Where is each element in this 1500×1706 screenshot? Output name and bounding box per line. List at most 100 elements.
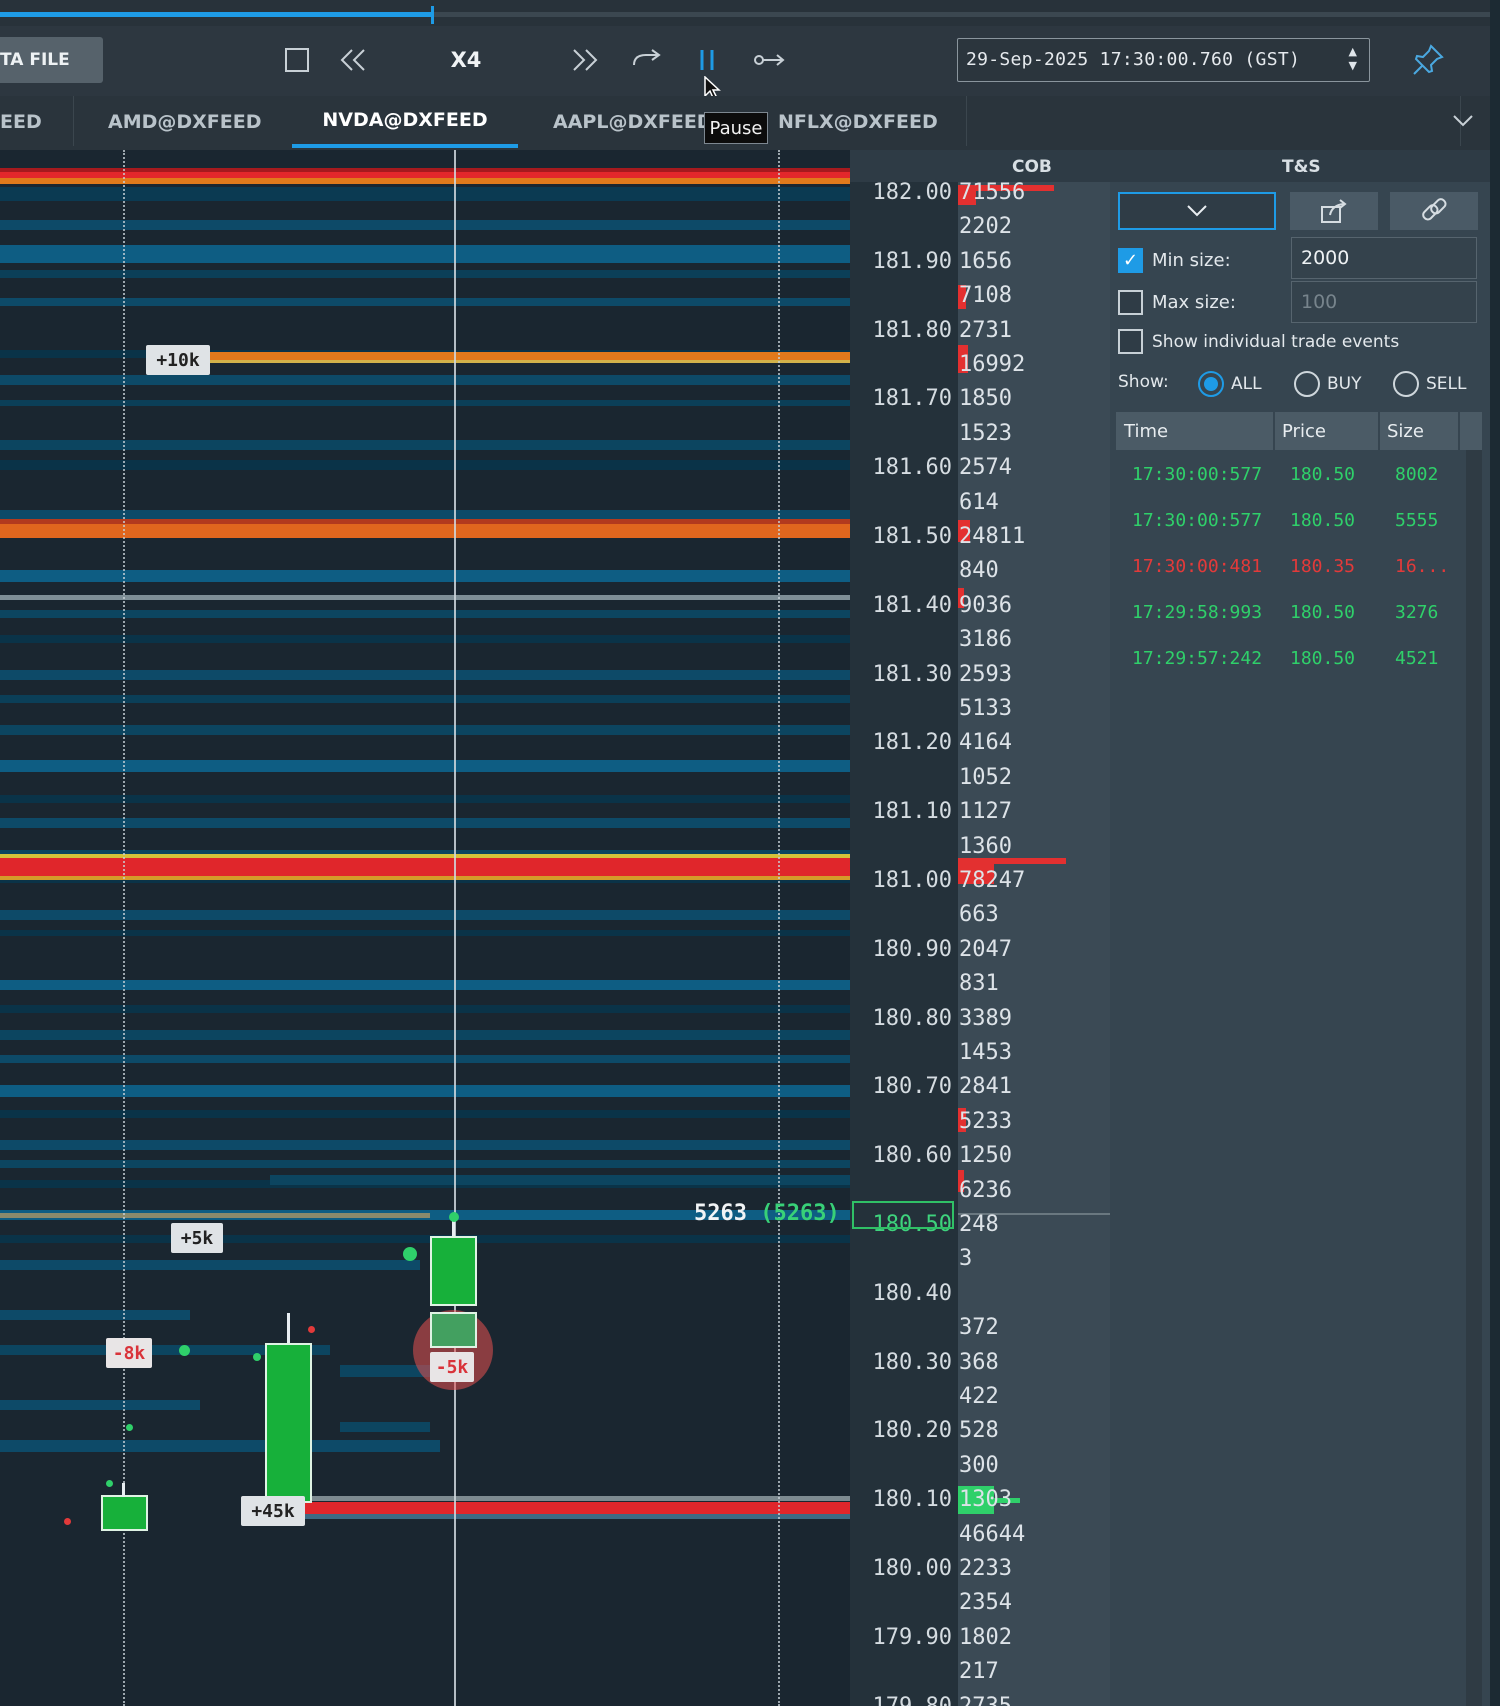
ts-row[interactable]: 17:30:00:577 180.50 5555 [1116, 498, 1466, 544]
speed-label[interactable]: X4 [440, 40, 492, 80]
column-separator [1458, 412, 1460, 450]
volume-label-minus-8k: -8k [106, 1338, 152, 1368]
playback-progress[interactable] [0, 0, 1490, 26]
tab-eed[interactable]: EED [0, 96, 60, 148]
tab-aapl[interactable]: AAPL@DXFEED [553, 96, 723, 148]
replay-toolbar: TA FILE X4 29-Sep-2025 17:30:00.760 (GST… [0, 26, 1490, 102]
filter-buy-label: BUY [1327, 374, 1362, 394]
filter-buy-radio[interactable] [1294, 371, 1320, 397]
cob-size-value: 6236 [959, 1177, 1012, 1203]
max-size-input[interactable]: 100 [1291, 281, 1477, 323]
trade-dot [403, 1247, 417, 1261]
price-level-label: 180.80 [872, 1005, 952, 1031]
cob-size-value: 1250 [959, 1143, 1012, 1169]
heat-band [0, 980, 850, 990]
price-level-label: 180.20 [872, 1418, 952, 1444]
heat-band-strong [0, 1213, 430, 1218]
cob-size-value: 2202 [959, 214, 1012, 240]
ts-table-header: Time Price Size [1116, 412, 1482, 450]
price-level-label: 180.10 [872, 1487, 952, 1513]
cob-size-value: 3 [959, 1246, 973, 1272]
cob-size-value: 663 [959, 902, 999, 928]
ts-row[interactable]: 17:29:58:993 180.50 3276 [1116, 590, 1466, 636]
price-axis[interactable] [850, 150, 958, 1706]
heat-band-strong [210, 360, 850, 363]
stop-icon[interactable] [280, 42, 314, 78]
ts-scrollbar[interactable] [1466, 450, 1482, 1706]
candle [101, 1495, 148, 1531]
heat-band-strong [0, 595, 850, 600]
min-size-input[interactable]: 2000 [1291, 237, 1477, 279]
ts-cell-size: 8002 [1395, 464, 1439, 485]
rewind-icon[interactable] [336, 42, 370, 78]
heat-band [0, 1260, 420, 1270]
individual-trades-checkbox[interactable] [1118, 329, 1143, 354]
heat-band [270, 1175, 850, 1185]
heat-band-strong [0, 876, 850, 880]
cob-size-value: 2731 [959, 317, 1012, 343]
heatmap-chart[interactable]: +10k +5k -8k -5k +45k [0, 150, 850, 1706]
max-size-checkbox[interactable] [1118, 290, 1143, 315]
cob-size-value: 422 [959, 1384, 999, 1409]
cob-size-value: 372 [959, 1315, 999, 1341]
ts-cell-price: 180.50 [1290, 648, 1356, 669]
ts-cell-time: 17:30:00:577 [1132, 510, 1263, 531]
chevron-down-icon [1187, 205, 1207, 217]
progress-thumb[interactable] [431, 6, 435, 24]
candle-wick [287, 1313, 290, 1343]
tab-amd[interactable]: AMD@DXFEED [108, 96, 288, 148]
min-size-checkbox[interactable]: ✓ [1118, 248, 1143, 273]
min-size-label: Min size: [1152, 250, 1231, 271]
fast-forward-icon[interactable] [568, 42, 602, 78]
heat-band-strong [0, 856, 850, 878]
cob-size-value: 1360 [959, 833, 1012, 859]
heat-band-strong [300, 1496, 850, 1501]
filter-sell-radio[interactable] [1393, 371, 1419, 397]
ts-row[interactable]: 17:30:00:481 180.35 16... [1116, 544, 1466, 590]
heat-band-strong [300, 1502, 850, 1514]
ts-cell-time: 17:29:57:242 [1132, 648, 1263, 669]
cob-size-value: 248 [959, 1212, 999, 1237]
volume-label-plus-45k: +45k [241, 1496, 305, 1526]
filter-all-radio[interactable] [1198, 371, 1224, 397]
cob-size-value: 2735 [959, 1694, 1012, 1706]
ts-cell-time: 17:30:00:481 [1132, 556, 1263, 577]
heat-band [0, 725, 850, 735]
heat-band [0, 635, 850, 643]
column-price[interactable]: Price [1282, 412, 1326, 450]
datetime-value: 29-Sep-2025 17:30:00.760 (GST) [966, 49, 1301, 70]
column-time[interactable]: Time [1124, 412, 1168, 450]
trade-dot [179, 1345, 190, 1356]
trade-dot [449, 1212, 459, 1222]
data-file-button[interactable]: TA FILE [0, 37, 103, 83]
trade-dot [106, 1480, 113, 1487]
cob-size-value: 3389 [959, 1005, 1012, 1031]
price-level-label: 181.50 [872, 524, 952, 549]
tabs-overflow-chevron-icon[interactable] [1448, 106, 1478, 136]
export-icon [1321, 199, 1347, 223]
heat-band [0, 220, 850, 230]
link-button[interactable] [1390, 192, 1478, 230]
tab-nvda[interactable]: NVDA@DXFEED [292, 96, 518, 148]
jump-forward-icon[interactable] [628, 42, 666, 78]
export-button[interactable] [1290, 192, 1378, 230]
heat-band [0, 1110, 850, 1118]
cob-size-value: 1453 [959, 1040, 1012, 1065]
pin-icon[interactable] [1408, 40, 1448, 80]
go-live-icon[interactable] [752, 42, 788, 78]
ts-cell-price: 180.50 [1290, 602, 1356, 623]
datetime-spinner-icon[interactable]: ▲ ▼ [1349, 45, 1357, 73]
tab-nflx[interactable]: NFLX@DXFEED [778, 96, 958, 148]
ts-row[interactable]: 17:30:00:577 180.50 8002 [1116, 452, 1466, 498]
datetime-field[interactable]: 29-Sep-2025 17:30:00.760 (GST) ▲ ▼ [957, 38, 1370, 82]
heat-band [0, 187, 850, 201]
ts-cell-time: 17:29:58:993 [1132, 602, 1263, 623]
column-size[interactable]: Size [1387, 412, 1424, 450]
ts-cell-price: 180.50 [1290, 464, 1356, 485]
ts-row[interactable]: 17:29:57:242 180.50 4521 [1116, 636, 1466, 682]
ts-instrument-dropdown[interactable] [1118, 192, 1276, 230]
candle [430, 1236, 477, 1306]
bookmap-window: TA FILE X4 29-Sep-2025 17:30:00.760 (GST… [0, 0, 1500, 1706]
pause-icon[interactable] [692, 42, 722, 78]
cob-size-value: 2593 [959, 661, 1012, 687]
